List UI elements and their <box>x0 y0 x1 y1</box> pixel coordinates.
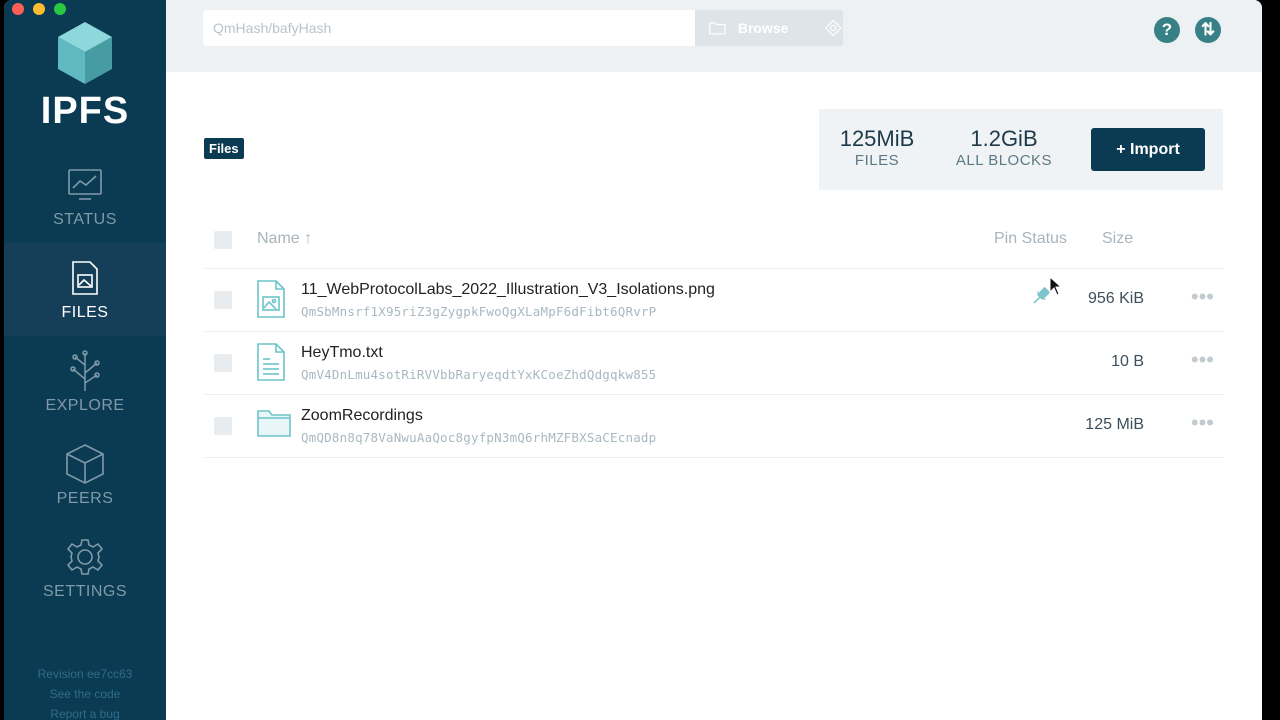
sidebar-item-label: FILES <box>61 303 109 321</box>
folder-icon <box>257 410 291 437</box>
folder-icon <box>709 22 726 35</box>
top-bar: Browse ? ⇅ <box>166 0 1262 72</box>
table-row[interactable]: ZoomRecordings QmQD8n8q78VaNwuAaQoc8gyfp… <box>204 395 1224 458</box>
revision-link[interactable]: Revision ee7cc63 <box>4 664 166 684</box>
minimize-window-button[interactable] <box>33 3 45 15</box>
mouse-cursor-icon <box>1049 276 1063 296</box>
sidebar-item-label: SETTINGS <box>42 582 127 600</box>
file-cid: QmSbMnsrf1X95riZ3gZygpkFwoQgXLaMpF6dFibt… <box>301 304 657 319</box>
sidebar-item-peers[interactable]: PEERS <box>4 429 166 522</box>
table-row[interactable]: HeyTmo.txt QmV4DnLmu4sotRiRVVbbRaryeqdtY… <box>204 332 1224 395</box>
settings-icon <box>65 537 105 577</box>
blocks-stat: 1.2GiB ALL BLOCKS <box>949 126 1059 170</box>
sidebar-item-files[interactable]: FILES <box>4 243 166 336</box>
file-size: 125 MiB <box>1085 416 1144 433</box>
more-options-button[interactable]: ••• <box>1191 286 1214 308</box>
sidebar-nav: STATUS FILES EXPLORE PEERS SETTINGS <box>4 150 166 615</box>
hash-search-input[interactable] <box>203 10 695 46</box>
breadcrumb[interactable]: Files <box>204 138 244 159</box>
blocks-size-label: ALL BLOCKS <box>955 152 1053 169</box>
blocks-size-value: 1.2GiB <box>970 126 1038 151</box>
peers-icon <box>65 443 105 484</box>
logo-text: IPFS <box>40 90 130 132</box>
size-column-header[interactable]: Size <box>1102 230 1133 248</box>
storage-stats-panel: 125MiB FILES 1.2GiB ALL BLOCKS + Import <box>819 109 1223 190</box>
name-column-header[interactable]: Name ↑ <box>257 230 312 248</box>
ipfs-logo[interactable]: IPFS <box>4 20 166 130</box>
select-all-checkbox[interactable] <box>214 231 232 249</box>
report-bug-link[interactable]: Report a bug <box>4 704 166 720</box>
more-options-button[interactable]: ••• <box>1191 349 1214 371</box>
row-checkbox[interactable] <box>214 417 232 435</box>
sidebar-item-label: STATUS <box>53 210 117 228</box>
see-code-link[interactable]: See the code <box>4 684 166 704</box>
files-stat: 125MiB FILES <box>837 126 917 170</box>
sidebar-item-explore[interactable]: EXPLORE <box>4 336 166 429</box>
browse-button[interactable]: Browse <box>695 10 843 46</box>
pin-status-column-header[interactable]: Pin Status <box>994 230 1067 248</box>
text-file-icon <box>257 343 285 381</box>
sidebar-footer: Revision ee7cc63 See the code Report a b… <box>4 664 166 720</box>
sidebar-item-settings[interactable]: SETTINGS <box>4 522 166 615</box>
file-name[interactable]: ZoomRecordings <box>301 407 423 425</box>
file-name[interactable]: 11_WebProtocolLabs_2022_Illustration_V3_… <box>301 281 715 299</box>
files-size-value: 125MiB <box>839 126 915 151</box>
sidebar: IPFS STATUS FILES EXPLORE PEERS SETTINGS… <box>4 0 166 720</box>
window-controls <box>12 3 66 15</box>
close-window-button[interactable] <box>12 3 24 15</box>
image-file-icon <box>257 280 285 318</box>
files-icon <box>65 258 105 298</box>
maximize-window-button[interactable] <box>54 3 66 15</box>
files-size-label: FILES <box>854 152 900 169</box>
sidebar-item-status[interactable]: STATUS <box>4 150 166 243</box>
sidebar-item-label: PEERS <box>56 489 114 507</box>
files-table: Name ↑ Pin Status Size 11_WebProtocolLab… <box>204 212 1224 458</box>
explore-pin-icon <box>825 19 843 37</box>
table-row[interactable]: 11_WebProtocolLabs_2022_Illustration_V3_… <box>204 269 1224 332</box>
explore-icon <box>65 349 105 391</box>
status-icon <box>65 165 105 205</box>
help-button[interactable]: ? <box>1154 17 1180 43</box>
file-cid: QmQD8n8q78VaNwuAaQoc8gyfpN3mQ6rhMZFBXSaC… <box>301 430 657 445</box>
sidebar-item-label: EXPLORE <box>45 396 125 414</box>
files-page: Files 125MiB FILES 1.2GiB ALL BLOCKS + I… <box>166 72 1262 720</box>
file-size: 10 B <box>1111 353 1144 370</box>
row-checkbox[interactable] <box>214 291 232 309</box>
file-name[interactable]: HeyTmo.txt <box>301 344 383 362</box>
table-header: Name ↑ Pin Status Size <box>204 212 1224 269</box>
row-checkbox[interactable] <box>214 354 232 372</box>
ipfs-cube-icon <box>58 22 112 84</box>
more-options-button[interactable]: ••• <box>1191 412 1214 434</box>
import-button[interactable]: + Import <box>1091 128 1205 171</box>
sync-button[interactable]: ⇅ <box>1195 17 1221 43</box>
browse-label: Browse <box>737 20 789 36</box>
file-cid: QmV4DnLmu4sotRiRVVbbRaryeqdtYxKCoeZhdQdg… <box>301 367 657 382</box>
app-window: IPFS STATUS FILES EXPLORE PEERS SETTINGS… <box>4 0 1262 720</box>
file-size: 956 KiB <box>1087 290 1144 307</box>
